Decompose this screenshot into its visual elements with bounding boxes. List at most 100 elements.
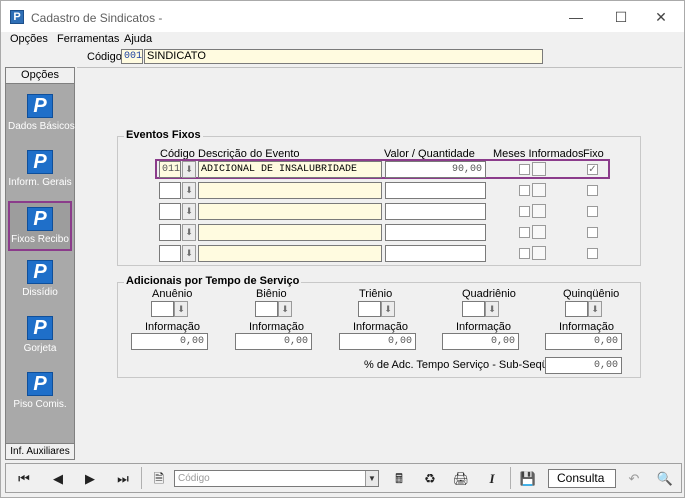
download-arrow-icon[interactable]: ⬇ [182, 245, 196, 262]
quadrienio-info-field[interactable]: 0,00 [442, 333, 519, 350]
trienio-info-field[interactable]: 0,00 [339, 333, 416, 350]
sidebar-footer-inf-auxiliares[interactable]: Inf. Auxiliares [6, 443, 74, 459]
menu-bar: Opções Ferramentas Ajuda [1, 32, 684, 47]
fixed-checkbox[interactable]: ✓ [587, 164, 598, 175]
event-value-field[interactable] [385, 203, 486, 220]
eventos-fixos-title: Eventos Fixos [124, 129, 203, 141]
download-arrow-icon[interactable]: ⬇ [182, 224, 196, 241]
months-checkbox[interactable] [519, 164, 530, 175]
download-arrow-icon[interactable]: ⬇ [485, 301, 499, 317]
sidebar-item-dados-basicos[interactable]: P Dados Básicos [8, 90, 75, 140]
months-button[interactable] [532, 246, 546, 260]
sidebar-item-dissidio[interactable]: P Dissídio [8, 256, 72, 306]
search-combo[interactable]: Código ▼ [174, 470, 379, 487]
anuenio-info-label: Informação [145, 321, 201, 333]
event-value-field[interactable] [385, 182, 486, 199]
months-button[interactable] [532, 204, 546, 218]
adicionais-title: Adicionais por Tempo de Serviço [124, 275, 302, 287]
calculator-icon[interactable]: 🖩 [385, 467, 413, 489]
months-button[interactable] [532, 183, 546, 197]
undo-icon[interactable]: ↶ [620, 467, 648, 489]
months-checkbox[interactable] [519, 248, 530, 259]
previous-record-icon[interactable]: ◀ [44, 467, 72, 489]
quadrienio-info-label: Informação [456, 321, 512, 333]
download-arrow-icon[interactable]: ⬇ [182, 161, 196, 178]
name-field[interactable]: SINDICATO [144, 49, 543, 64]
trienio-info-label: Informação [353, 321, 409, 333]
title-bar: P Cadastro de Sindicatos - — ☐ ✕ [1, 1, 684, 32]
close-button[interactable]: ✕ [641, 5, 681, 29]
fixed-checkbox[interactable] [587, 206, 598, 217]
save-icon[interactable]: 💾 [514, 467, 542, 489]
fixed-checkbox[interactable] [587, 248, 598, 259]
sidebar-item-label: Fixos Recibo [11, 234, 69, 245]
last-record-icon[interactable]: ⏭ [109, 467, 137, 489]
download-arrow-icon[interactable]: ⬇ [182, 182, 196, 199]
options-sidebar: Opções P Dados Básicos P Inform. Gerais … [5, 67, 75, 460]
sidebar-item-label: Dados Básicos [8, 121, 75, 132]
download-arrow-icon[interactable]: ⬇ [588, 301, 602, 317]
event-value-field[interactable]: 90,00 [385, 161, 486, 178]
menu-opcoes[interactable]: Opções [10, 33, 48, 45]
next-record-icon[interactable]: ▶ [76, 467, 104, 489]
recycle-icon[interactable]: ♻ [416, 467, 444, 489]
event-description-field[interactable] [198, 203, 382, 220]
quinquenio-field[interactable] [565, 301, 588, 317]
toolbar-separator [141, 467, 142, 489]
months-button[interactable] [532, 162, 546, 176]
sidebar-item-piso-comis[interactable]: P Piso Comis. [8, 368, 72, 418]
trienio-field[interactable] [358, 301, 381, 317]
event-code-field[interactable] [159, 203, 181, 220]
sidebar-item-label: Dissídio [22, 287, 58, 298]
bienio-field[interactable] [255, 301, 278, 317]
chevron-down-icon[interactable]: ▼ [365, 471, 378, 486]
download-arrow-icon[interactable]: ⬇ [278, 301, 292, 317]
event-description-field[interactable] [198, 182, 382, 199]
download-arrow-icon[interactable]: ⬇ [174, 301, 188, 317]
sidebar-item-fixos-recibo[interactable]: P Fixos Recibo [8, 201, 72, 251]
download-arrow-icon[interactable]: ⬇ [182, 203, 196, 220]
event-value-field[interactable] [385, 245, 486, 262]
binoculars-icon[interactable]: 🔍 [651, 467, 679, 489]
months-checkbox[interactable] [519, 227, 530, 238]
bienio-info-field[interactable]: 0,00 [235, 333, 312, 350]
bienio-info-label: Informação [249, 321, 305, 333]
download-arrow-icon[interactable]: ⬇ [381, 301, 395, 317]
sub-sequente-field[interactable]: 0,00 [545, 357, 622, 374]
event-code-field[interactable] [159, 182, 181, 199]
sidebar-item-gorjeta[interactable]: P Gorjeta [8, 312, 72, 362]
anuenio-info-field[interactable]: 0,00 [131, 333, 208, 350]
months-checkbox[interactable] [519, 185, 530, 196]
fixed-checkbox[interactable] [587, 227, 598, 238]
app-icon: P [10, 10, 24, 24]
event-code-field[interactable]: 011 [159, 161, 181, 178]
anuenio-field[interactable] [151, 301, 174, 317]
months-checkbox[interactable] [519, 206, 530, 217]
minimize-button[interactable]: — [556, 5, 596, 29]
quinquenio-info-label: Informação [559, 321, 615, 333]
sub-sequente-label: % de Adc. Tempo Serviço - Sub-Seqüente: [364, 359, 573, 371]
p-icon: P [27, 94, 53, 118]
event-description-field[interactable] [198, 224, 382, 241]
code-label: Código: [87, 51, 125, 63]
italic-icon[interactable]: I [478, 467, 506, 489]
event-code-field[interactable] [159, 224, 181, 241]
event-value-field[interactable] [385, 224, 486, 241]
first-record-icon[interactable]: ⏮ [10, 467, 38, 489]
event-code-field[interactable] [159, 245, 181, 262]
maximize-button[interactable]: ☐ [601, 5, 641, 29]
main-window: P Cadastro de Sindicatos - — ☐ ✕ Opções … [0, 0, 685, 498]
fixed-checkbox[interactable] [587, 185, 598, 196]
quadrienio-field[interactable] [462, 301, 485, 317]
new-document-icon[interactable]: 🗎 [145, 467, 173, 489]
menu-ajuda[interactable]: Ajuda [124, 33, 152, 45]
printer-icon[interactable]: 🖨 [447, 467, 475, 489]
event-description-field[interactable] [198, 245, 382, 262]
code-field[interactable]: 001 [121, 49, 143, 64]
sidebar-item-label: Gorjeta [23, 343, 57, 354]
sidebar-item-inform-gerais[interactable]: P Inform. Gerais [8, 146, 72, 196]
quinquenio-info-field[interactable]: 0,00 [545, 333, 622, 350]
event-description-field[interactable]: ADICIONAL DE INSALUBRIDADE [198, 161, 382, 178]
months-button[interactable] [532, 225, 546, 239]
menu-ferramentas[interactable]: Ferramentas [57, 33, 119, 45]
